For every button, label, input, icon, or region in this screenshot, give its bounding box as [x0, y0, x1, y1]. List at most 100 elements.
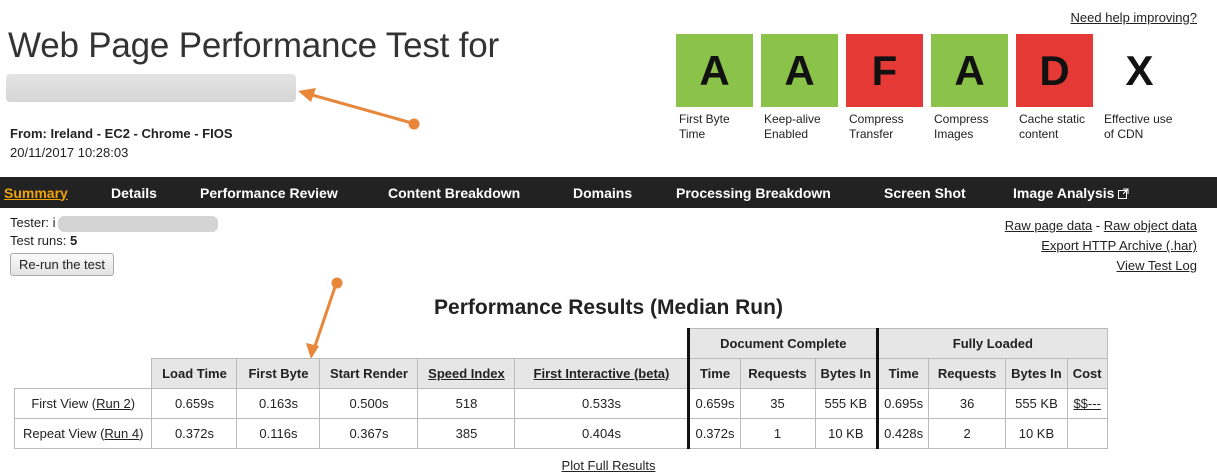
row-label: Repeat View (Run 4)	[13, 418, 153, 449]
table-cell: 0.533s	[514, 388, 690, 419]
tab-summary[interactable]: Summary	[4, 185, 68, 201]
table-cell: 35	[739, 388, 816, 419]
table-cell: 36	[928, 388, 1007, 419]
from-value: Ireland - EC2 - Chrome - FIOS	[50, 126, 233, 141]
col-first-byte: First Byte	[236, 358, 321, 389]
grade-box: A	[761, 34, 838, 107]
grade-label: Cache static content	[1019, 112, 1086, 141]
tab-details[interactable]: Details	[111, 185, 157, 201]
grade-compress-transfer[interactable]: F Compress Transfer	[846, 34, 923, 142]
row-label-header	[15, 359, 152, 389]
redacted-url	[6, 74, 296, 102]
tester-row: Tester: i	[10, 214, 218, 232]
grade-label: First Byte Time	[679, 112, 730, 141]
results-title: Performance Results (Median Run)	[434, 296, 783, 319]
rerun-test-button[interactable]: Re-run the test	[10, 252, 114, 276]
row-label-close: )	[130, 396, 136, 411]
col-full-bytes: Bytes In	[1005, 358, 1068, 389]
from-label: From:	[10, 126, 47, 141]
group-fully-loaded: Fully Loaded	[876, 328, 1108, 359]
grade-cache-static[interactable]: D Cache static content	[1016, 34, 1093, 142]
col-full-time: Time	[876, 358, 930, 389]
main-navbar: Summary Details Performance Review Conte…	[0, 177, 1217, 208]
annotation-arrow-url	[298, 88, 420, 130]
grade-label: Compress Transfer	[849, 112, 904, 141]
test-date: 20/11/2017 10:28:03	[10, 145, 129, 160]
table-cell: 555 KB	[1005, 388, 1068, 419]
table-cell: 0.163s	[236, 388, 321, 419]
grades-panel: A First Byte Time A Keep-alive Enabled F…	[676, 34, 1186, 142]
grade-box: X	[1125, 46, 1154, 94]
grade-box: D	[1016, 34, 1093, 107]
table-cell	[1066, 418, 1108, 449]
group-header-row: Document Complete Fully Loaded	[15, 328, 1108, 359]
tab-performance-review[interactable]: Performance Review	[200, 185, 338, 201]
tab-image-analysis[interactable]: Image Analysis	[1013, 185, 1129, 201]
test-runs-value: 5	[69, 232, 78, 248]
table-row-first-view: First View (Run 2) 0.659s 0.163s 0.500s …	[13, 388, 1108, 419]
table-cell: 0.372s	[151, 418, 238, 449]
col-doc-time: Time	[687, 358, 741, 389]
table-cell: 0.500s	[319, 388, 419, 419]
header-spacer	[15, 329, 689, 359]
page-title: Web Page Performance Test for	[8, 26, 499, 65]
test-info: Tester: i Test runs: 5 Re-run the test	[10, 214, 218, 276]
col-first-interactive[interactable]: First Interactive (beta)	[514, 358, 690, 389]
col-doc-requests: Requests	[739, 358, 816, 389]
run-link[interactable]: Run 4	[104, 426, 139, 441]
tab-processing-breakdown[interactable]: Processing Breakdown	[676, 185, 831, 201]
col-speed-index[interactable]: Speed Index	[417, 358, 516, 389]
view-test-log-link[interactable]: View Test Log	[1117, 258, 1197, 273]
table-cell: 2	[928, 418, 1007, 449]
external-link-icon	[1118, 188, 1129, 199]
table-cell: 0.428s	[876, 418, 930, 449]
table-row-repeat-view: Repeat View (Run 4) 0.372s 0.116s 0.367s…	[13, 418, 1108, 449]
raw-page-data-link[interactable]: Raw page data	[1005, 218, 1092, 233]
table-cell: 0.695s	[876, 388, 930, 419]
test-runs-label: Test runs:	[10, 232, 67, 248]
table-cell: 385	[417, 418, 516, 449]
grade-label: Compress Images	[934, 112, 989, 141]
table-cell: 10 KB	[1005, 418, 1068, 449]
grade-label: Effective use of CDN	[1104, 112, 1173, 141]
col-start-render: Start Render	[319, 358, 419, 389]
cost-link[interactable]: $$---	[1073, 396, 1100, 411]
help-improving-link[interactable]: Need help improving?	[1071, 10, 1197, 25]
table-cell: 1	[739, 418, 816, 449]
grade-box: F	[846, 34, 923, 107]
cost-cell: $$---	[1066, 388, 1108, 419]
tab-domains[interactable]: Domains	[573, 185, 632, 201]
table-cell: 0.659s	[151, 388, 238, 419]
link-separator: -	[1095, 218, 1101, 233]
table-cell: 0.367s	[319, 418, 419, 449]
raw-object-data-link[interactable]: Raw object data	[1104, 218, 1197, 233]
grade-box: A	[676, 34, 753, 107]
col-doc-bytes: Bytes In	[814, 358, 879, 389]
test-runs-row: Test runs: 5	[10, 232, 218, 249]
tab-screen-shot[interactable]: Screen Shot	[884, 185, 966, 201]
grade-keep-alive[interactable]: A Keep-alive Enabled	[761, 34, 838, 142]
tester-label: Tester: i	[10, 215, 56, 230]
export-har-link[interactable]: Export HTTP Archive (.har)	[1041, 238, 1197, 253]
row-label-close: )	[139, 426, 144, 441]
column-header-row: Load Time First Byte Start Render Speed …	[15, 358, 1108, 389]
grade-cdn[interactable]: X Effective use of CDN	[1101, 34, 1178, 142]
tab-image-analysis-label: Image Analysis	[1013, 184, 1115, 201]
grade-first-byte[interactable]: A First Byte Time	[676, 34, 753, 142]
row-label: First View (Run 2)	[13, 388, 153, 419]
grade-label: Keep-alive Enabled	[764, 112, 821, 141]
table-cell: 518	[417, 388, 516, 419]
raw-data-links: Raw page data - Raw object data Export H…	[1005, 216, 1197, 276]
row-label-text: Repeat View (	[23, 426, 105, 441]
table-cell: 10 KB	[814, 418, 879, 449]
table-cell: 0.659s	[687, 388, 741, 419]
run-link[interactable]: Run 2	[96, 396, 131, 411]
table-cell: 0.372s	[687, 418, 741, 449]
tab-content-breakdown[interactable]: Content Breakdown	[388, 185, 520, 201]
redacted-tester	[57, 215, 218, 232]
group-document-complete: Document Complete	[687, 328, 879, 359]
col-load-time: Load Time	[151, 358, 238, 389]
plot-full-results-link[interactable]: Plot Full Results	[562, 458, 656, 473]
table-cell: 0.404s	[514, 418, 690, 449]
grade-compress-images[interactable]: A Compress Images	[931, 34, 1008, 142]
